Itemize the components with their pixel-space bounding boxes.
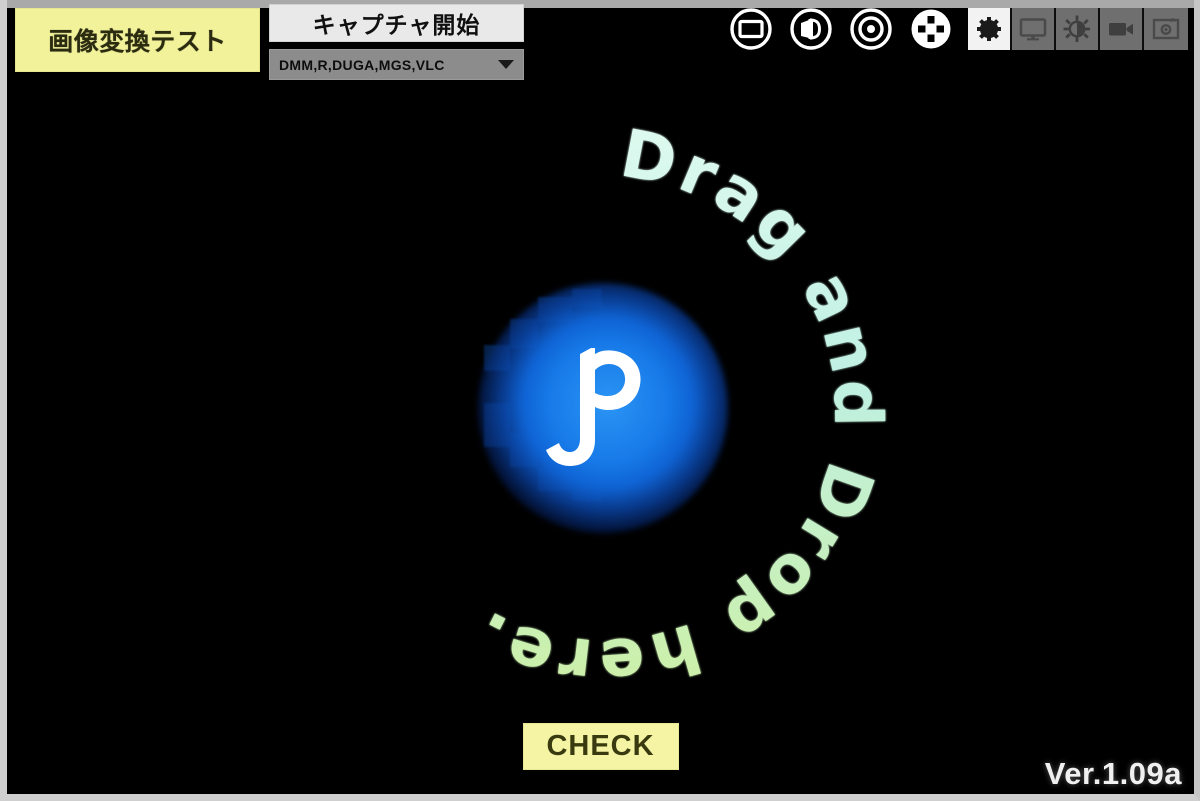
record-target-icon[interactable]	[848, 6, 894, 52]
folder-icon[interactable]	[728, 6, 774, 52]
capture-group: キャプチャ開始 DMM,R,DUGA,MGS,VLC	[269, 4, 524, 80]
start-capture-label: キャプチャ開始	[313, 6, 481, 40]
toolbar: 画像変換テスト キャプチャ開始 DMM,R,DUGA,MGS,VLC	[7, 0, 1194, 92]
version-label: Ver.1.09a	[1045, 756, 1182, 792]
source-select[interactable]: DMM,R,DUGA,MGS,VLC	[269, 49, 524, 80]
jp-logo-mark	[533, 332, 683, 482]
photo-camera-icon[interactable]	[1144, 8, 1188, 50]
icon-bar	[728, 6, 1188, 52]
title-button[interactable]: 画像変換テスト	[15, 8, 260, 72]
gear-icon[interactable]	[968, 8, 1012, 50]
book-open-icon[interactable]	[788, 6, 834, 52]
source-select-value: DMM,R,DUGA,MGS,VLC	[279, 57, 492, 73]
monitor-icon[interactable]	[1012, 8, 1056, 50]
drop-zone-graphic: Drag and Drop here.	[303, 108, 903, 708]
video-camera-icon[interactable]	[1100, 8, 1144, 50]
title-button-label: 画像変換テスト	[48, 22, 227, 58]
drop-zone[interactable]: Drag and Drop here. CHECK Ver.1.09a	[7, 92, 1194, 794]
dpad-icon[interactable]	[908, 6, 954, 52]
brightness-icon[interactable]	[1056, 8, 1100, 50]
app-window: 画像変換テスト キャプチャ開始 DMM,R,DUGA,MGS,VLC	[0, 0, 1200, 801]
start-capture-button[interactable]: キャプチャ開始	[269, 4, 524, 42]
check-button[interactable]: CHECK	[523, 723, 679, 770]
check-button-label: CHECK	[546, 730, 654, 763]
chevron-down-icon	[498, 60, 514, 69]
